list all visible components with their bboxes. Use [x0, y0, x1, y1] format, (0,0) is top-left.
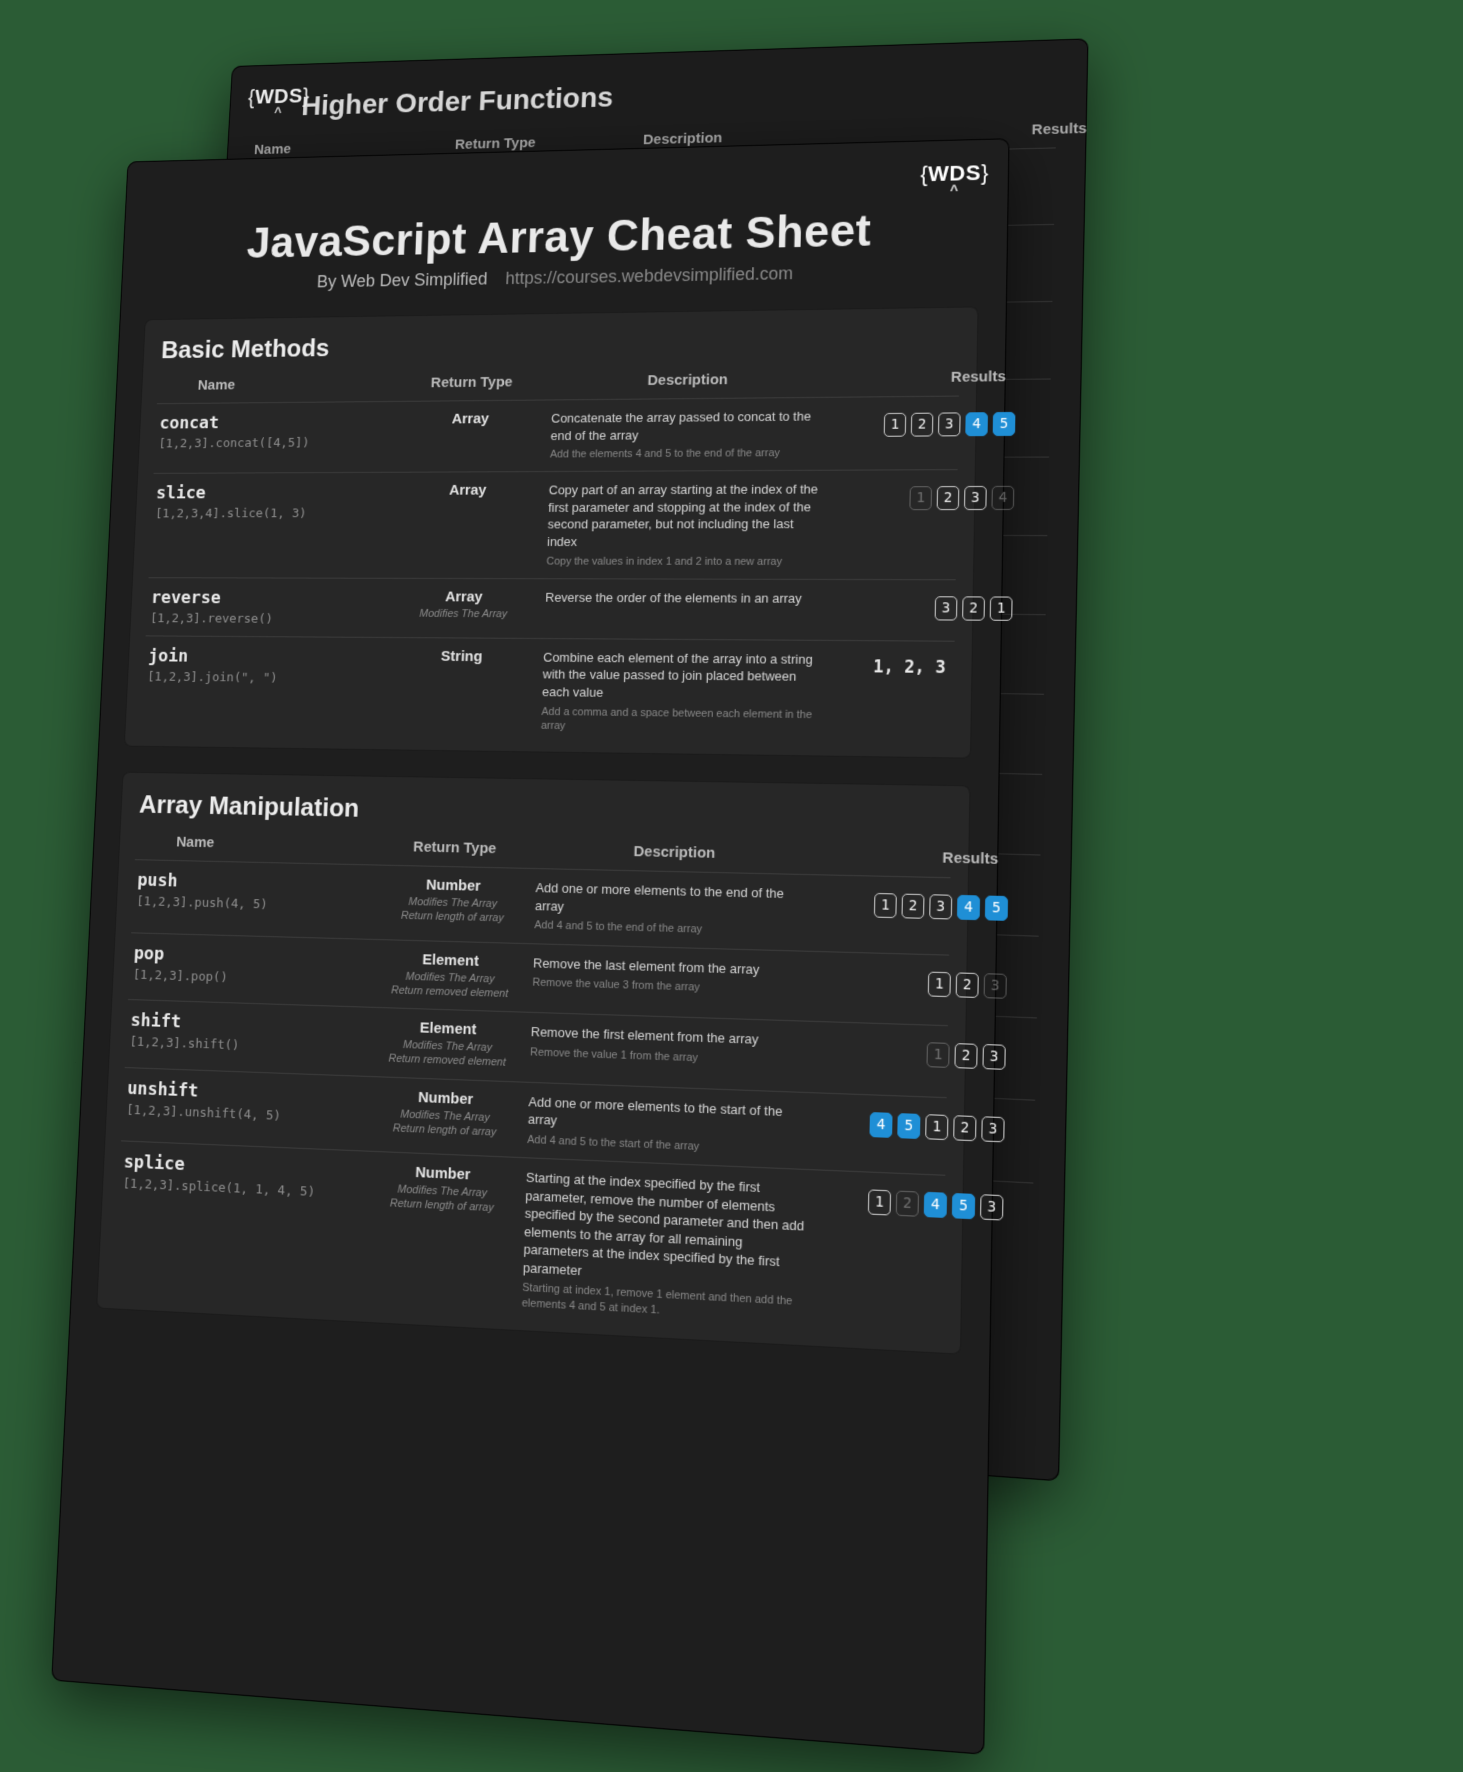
result-chip: 3	[981, 1116, 1004, 1142]
results: 321	[830, 590, 1013, 621]
col-results: Results	[824, 847, 1008, 868]
result-chip: 2	[937, 486, 960, 510]
page-title: JavaScript Array Cheat Sheet	[147, 201, 980, 270]
method-name: pop	[133, 943, 369, 970]
result-chip: 2	[896, 1191, 919, 1217]
result-chip: 3	[984, 973, 1007, 999]
table-row: slice [1,2,3,4].slice(1, 3) Array Copy part…	[149, 470, 958, 580]
result-chip: 2	[911, 413, 934, 437]
description: Reverse the order of the elements in an …	[545, 589, 820, 607]
return-type: ElementModifies The ArrayReturn removed …	[374, 1018, 521, 1071]
results: 45123	[818, 1104, 1005, 1143]
description: Remove the first element from the arrayR…	[530, 1023, 810, 1069]
results: 123	[820, 1033, 1006, 1070]
wds-logo: {WDS} ^	[920, 160, 989, 199]
result-chip: 1	[874, 893, 897, 918]
return-type: Array	[396, 482, 539, 499]
result-chip: 2	[901, 894, 924, 919]
result-chip: 2	[954, 1043, 977, 1069]
results: 12345	[823, 886, 1008, 921]
result-chip: 3	[929, 894, 952, 919]
results: 1234	[832, 480, 1014, 510]
description: Combine each element of the array into a…	[541, 649, 819, 737]
section-panel: Basic Methods Name Return Type Description R…	[124, 306, 979, 758]
col-results: Results	[835, 368, 1016, 387]
result-chip: 4	[957, 895, 980, 920]
description: Add one or more elements to the end of t…	[534, 879, 814, 940]
return-type: String	[390, 648, 534, 666]
sections: Basic Methods Name Return Type Description R…	[96, 306, 978, 1354]
result-chip: 1	[926, 1042, 949, 1068]
result-chip: 5	[985, 896, 1008, 921]
description: Remove the last element from the arrayRe…	[532, 954, 812, 999]
method-name: shift	[130, 1010, 366, 1039]
col-name: Name	[161, 375, 392, 394]
byline-url: https://courses.webdevsimplified.com	[505, 264, 793, 288]
method-name: concat	[159, 411, 390, 433]
table-row: concat [1,2,3].concat([4,5]) Array Concaten…	[154, 396, 959, 474]
result-chip: 2	[956, 972, 979, 998]
result-chip: 4	[991, 486, 1014, 510]
method-name: reverse	[151, 588, 384, 609]
result-chip: 1	[884, 413, 907, 437]
col-desc: Description	[537, 841, 815, 864]
return-type: NumberModifies The ArrayReturn length of…	[380, 876, 526, 927]
result-chip: 3	[982, 1044, 1005, 1070]
method-name: slice	[156, 483, 388, 504]
return-type: NumberModifies The ArrayReturn length of…	[369, 1162, 517, 1217]
result-chip: 4	[965, 412, 988, 436]
description: Starting at the index specified by the f…	[522, 1169, 807, 1326]
result-chip: 3	[980, 1194, 1003, 1220]
result-chip: 4	[869, 1112, 892, 1138]
stage: {WDS} ^ Higher Order Functions Name Retu…	[0, 0, 1463, 1772]
section-heading: Array Manipulation	[139, 789, 950, 835]
front-page: {WDS} ^ JavaScript Array Cheat Sheet By …	[51, 138, 1009, 1755]
description: Copy part of an array starting at the in…	[546, 481, 823, 569]
description: Concatenate the array passed to concat t…	[550, 408, 825, 462]
result-chip: 3	[935, 596, 958, 620]
method-code: [1,2,3].pop()	[133, 967, 369, 989]
method-code: [1,2,3].shift()	[129, 1035, 365, 1058]
result-chip: 5	[993, 412, 1016, 436]
method-name: push	[137, 870, 372, 896]
col-rtype: Return Type	[401, 374, 543, 392]
result-chip: 3	[938, 412, 961, 436]
result-chip: 1	[868, 1189, 891, 1215]
results: 12453	[816, 1181, 1003, 1221]
return-type: ElementModifies The ArrayReturn removed …	[377, 950, 524, 1002]
col-desc: Description	[552, 370, 825, 389]
col-name: Name	[139, 833, 374, 855]
method-code: [1,2,3].reverse()	[150, 611, 383, 627]
method-name: join	[148, 646, 381, 668]
method-code: [1,2,3].concat([4,5])	[158, 435, 389, 451]
col-rtype: Return Type	[383, 838, 528, 858]
method-code: [1,2,3].push(4, 5)	[136, 894, 371, 915]
table-row: reverse [1,2,3].reverse() ArrayModifies Th…	[146, 577, 956, 641]
return-type: ArrayModifies The Array	[392, 588, 536, 621]
return-type: NumberModifies The ArrayReturn length of…	[372, 1087, 519, 1141]
table-row: join [1,2,3].join(", ") String Combine each…	[141, 635, 955, 748]
wds-logo: {WDS} ^	[247, 84, 311, 121]
results: 123	[821, 962, 1007, 998]
method-code: [1,2,3,4].slice(1, 3)	[155, 507, 387, 522]
result-chip: 3	[964, 486, 987, 510]
results: 1, 2, 3	[828, 651, 1011, 679]
result-chip: 2	[953, 1115, 976, 1141]
method-code: [1,2,3].join(", ")	[147, 670, 380, 687]
result-chip: 1	[909, 487, 932, 511]
results: 12345	[834, 406, 1016, 437]
return-type: Array	[399, 410, 542, 428]
result-chip: 1	[925, 1114, 948, 1140]
section-heading: Basic Methods	[161, 324, 958, 364]
byline-text: By Web Dev Simplified	[317, 269, 488, 291]
result-chip: 2	[962, 596, 985, 620]
section-panel: Array ManipulationName Return Type Descrip…	[96, 772, 970, 1355]
result-chip: 5	[897, 1113, 920, 1139]
result-chip: 5	[952, 1193, 975, 1219]
result-chip: 4	[924, 1192, 947, 1218]
description: Add one or more elements to the start of…	[527, 1093, 809, 1159]
result-chip: 1	[928, 971, 951, 997]
result-chip: 1	[990, 596, 1013, 620]
table-row: splice[1,2,3].splice(1, 1, 4, 5)NumberMo…	[113, 1140, 945, 1343]
